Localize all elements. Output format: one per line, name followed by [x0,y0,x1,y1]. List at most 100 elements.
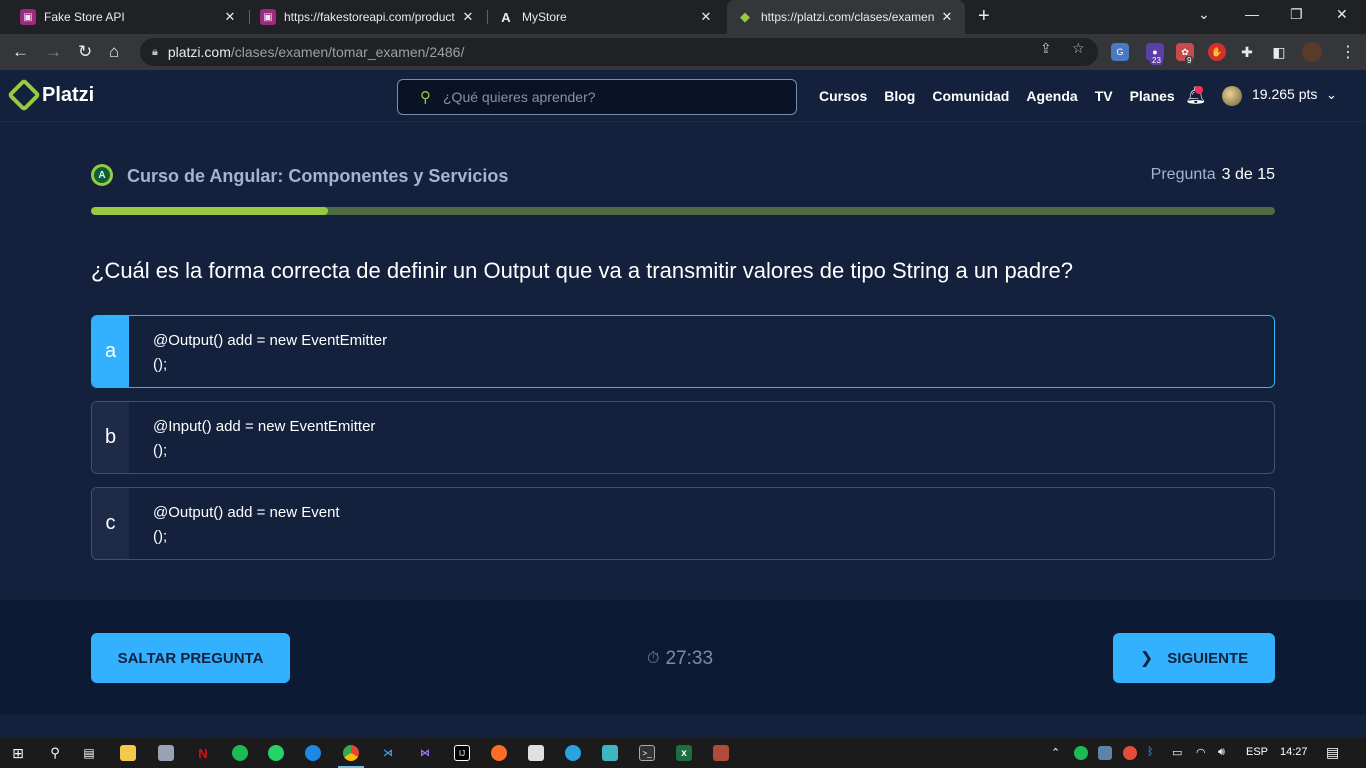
reload-icon[interactable]: ↻ [78,42,92,62]
nav-blog[interactable]: Blog [884,88,915,104]
stopwatch-icon: ⏱︎ [647,650,660,667]
angular-icon: A [501,9,511,25]
language-indicator[interactable]: ESP [1246,746,1268,758]
app-icon[interactable] [158,745,174,761]
answer-option-c[interactable]: c @Output() add = new Event (); [91,487,1275,560]
excel-icon[interactable]: x [676,745,692,761]
windows-start-icon[interactable]: ⊞ [10,745,26,761]
address-bar[interactable]: 🔒︎ platzi.com/clases/examen/tomar_examen… [140,38,1098,66]
extension-badge: 9 [1185,56,1194,65]
answer-option-a[interactable]: a @Output() add = new EventEmitter (); [91,315,1275,388]
question-label: Pregunta [1150,166,1216,183]
lock-icon: 🔒︎ [152,45,158,58]
share-icon[interactable]: ⇪ [1040,40,1052,57]
tab-search-chevron-icon[interactable]: ⌄ [1198,6,1210,23]
volume-icon[interactable]: 🔊︎ [1218,746,1225,759]
close-tab-icon[interactable]: ✕ [460,9,476,25]
tray-docker-icon[interactable] [1098,746,1112,760]
nav-agenda[interactable]: Agenda [1026,88,1077,104]
profile-avatar[interactable] [1302,42,1322,62]
chevron-down-icon[interactable]: ⌄ [1326,87,1337,103]
exam-timer: ⏱︎ 27:33 [647,648,713,670]
browser-tab[interactable]: ▣ Fake Store API ✕ [10,0,248,34]
url-host: platzi.com [167,44,231,60]
timer-value: 27:33 [665,648,714,669]
bookmark-star-icon[interactable]: ☆ [1072,40,1085,57]
tray-spotify-icon[interactable] [1074,746,1088,760]
platzi-logo-icon [7,78,41,112]
close-tab-icon[interactable]: ✕ [939,9,955,25]
nav-cursos[interactable]: Cursos [819,88,867,104]
fakestore-icon: ▣ [20,9,36,25]
wifi-icon[interactable]: ◠ [1196,746,1206,759]
browser-toolbar: ← → ↻ ⌂ 🔒︎ platzi.com/clases/examen/toma… [0,34,1366,70]
user-avatar[interactable] [1222,86,1242,106]
whatsapp-icon[interactable] [268,745,284,761]
winrar-icon[interactable] [713,745,729,761]
close-tab-icon[interactable]: ✕ [698,9,714,25]
app-icon[interactable] [528,745,544,761]
search-input[interactable] [443,89,773,105]
extensions-puzzle-icon[interactable]: ✚ [1238,43,1256,61]
search-box: ⚲ [397,79,797,115]
nav-planes[interactable]: Planes [1130,88,1175,104]
spotify-icon[interactable] [232,745,248,761]
notification-center-icon[interactable]: ▤ [1326,744,1339,761]
option-letter: a [92,316,129,387]
minimize-icon[interactable]: — [1245,6,1259,22]
next-label: SIGUIENTE [1167,649,1249,667]
translate-extension-icon[interactable]: G [1111,43,1129,61]
tray-app-icon[interactable] [1123,746,1137,760]
question-text: ¿Cuál es la forma correcta de definir un… [91,258,1073,283]
angular-course-icon: A [91,164,113,186]
vscode-icon[interactable]: ⋊ [380,745,396,761]
postman-icon[interactable] [491,745,507,761]
terminal-icon[interactable]: >_ [639,745,655,761]
netflix-icon[interactable]: N [195,745,211,761]
app-icon[interactable] [602,745,618,761]
browser-tab[interactable]: ▣ https://fakestoreapi.com/product ✕ [250,0,486,34]
telegram-icon[interactable] [565,745,581,761]
back-icon[interactable]: ← [12,42,29,62]
next-button[interactable]: ❯ SIGUIENTE [1113,633,1275,683]
restore-icon[interactable]: ❐ [1290,6,1303,23]
page-bottom [0,715,1366,738]
skip-question-button[interactable]: SALTAR PREGUNTA [91,633,290,683]
visual-studio-icon[interactable]: ⋈ [417,745,433,761]
home-icon[interactable]: ⌂ [109,42,119,62]
adblock-icon[interactable]: ✋ [1208,43,1226,61]
bluetooth-icon[interactable]: ᛒ [1147,746,1154,758]
main-nav: Cursos Blog Comunidad Agenda TV Planes [819,88,1175,104]
nav-comunidad[interactable]: Comunidad [932,88,1009,104]
platzi-logo[interactable]: Platzi [7,78,95,112]
close-tab-icon[interactable]: ✕ [222,9,238,25]
browser-menu-icon[interactable]: ⋮ [1340,42,1356,62]
task-view-icon[interactable]: ▤ [81,745,97,761]
new-tab-icon[interactable]: + [978,5,990,28]
option-text: @Output() add = new EventEmitter (); [153,332,388,373]
platzi-icon: ◆ [740,9,750,24]
answer-option-b[interactable]: b @Input() add = new EventEmitter (); [91,401,1275,474]
browser-tab-active[interactable]: ◆ https://platzi.com/clases/examen ✕ [727,0,965,34]
user-points[interactable]: 19.265 pts [1252,86,1317,102]
chrome-icon[interactable] [343,745,359,761]
windows-taskbar: ⊞ ⚲ ▤ N ⋊ ⋈ IJ >_ x ⌃ ᛒ ▭ ◠ 🔊︎ ESP 14:27… [0,738,1366,768]
side-panel-icon[interactable]: ◧ [1270,43,1288,61]
battery-icon[interactable]: ▭ [1172,746,1182,759]
file-explorer-icon[interactable] [120,745,136,761]
question-number: 3 de 15 [1221,166,1275,183]
option-letter: c [92,488,129,559]
logo-text: Platzi [42,83,95,106]
search-icon[interactable]: ⚲ [47,745,63,761]
tab-title: Fake Store API [44,10,125,24]
option-text: @Output() add = new Event (); [153,504,340,545]
forward-icon[interactable]: → [45,42,62,62]
browser-tab-bar: ▣ Fake Store API ✕ ▣ https://fakestoreap… [0,0,1366,34]
clock-time[interactable]: 14:27 [1280,746,1308,758]
close-window-icon[interactable]: ✕ [1336,6,1348,23]
tray-chevron-up-icon[interactable]: ⌃ [1051,746,1060,759]
nav-tv[interactable]: TV [1095,88,1113,104]
browser-tab[interactable]: A MyStore ✕ [488,0,724,34]
edge-icon[interactable] [305,745,321,761]
intellij-icon[interactable]: IJ [454,745,470,761]
